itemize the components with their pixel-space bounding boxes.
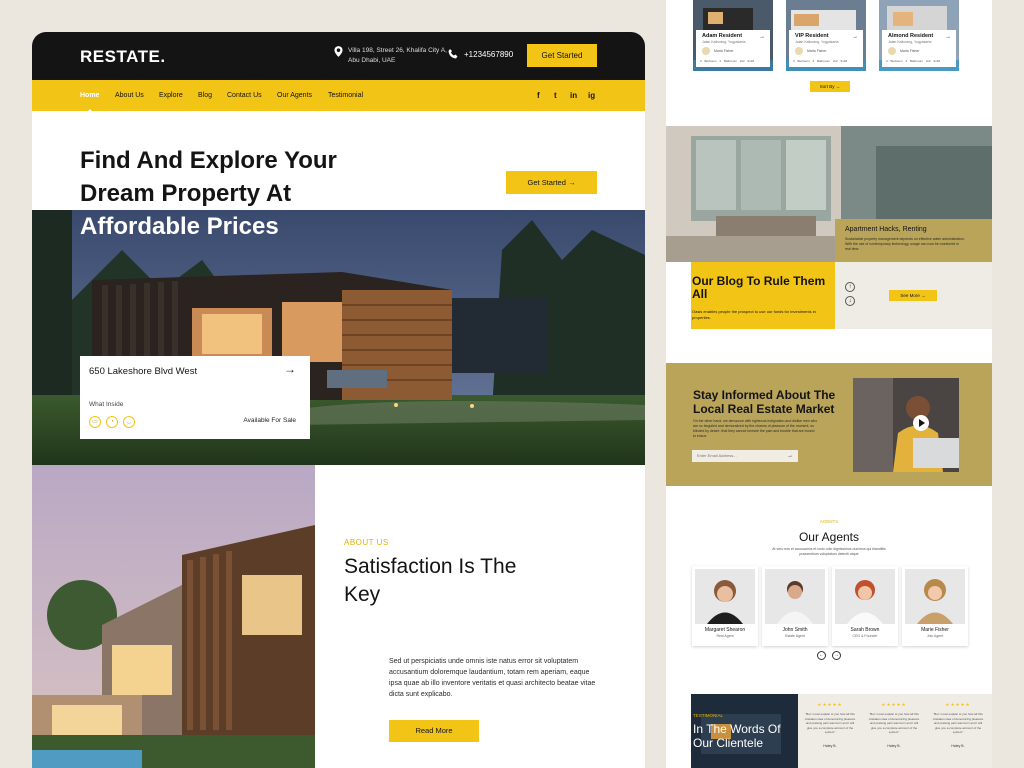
arrow-right-icon: → xyxy=(567,178,576,187)
bath-icon: ◡ xyxy=(123,416,135,428)
agent-photo xyxy=(765,569,825,624)
about-title: Satisfaction Is The Key xyxy=(344,555,517,606)
submit-arrow-icon[interactable]: → xyxy=(784,450,796,462)
avatar xyxy=(795,47,803,55)
agent-photo xyxy=(835,569,895,624)
agent-card[interactable]: Sarah Brown CEO & Founder xyxy=(832,566,898,646)
about-eyebrow: ABOUT US xyxy=(344,538,389,547)
testimonial-card: ★★★★★ "But I must explain to you how all… xyxy=(930,702,986,756)
testimonial-quotes: ★★★★★ "But I must explain to you how all… xyxy=(798,694,992,768)
arrow-right-icon[interactable]: → xyxy=(945,34,951,40)
property-card[interactable]: Almond Resident → Jalan Kaliurang, Yogya… xyxy=(879,0,959,71)
arrow-down-icon[interactable]: ↓ xyxy=(845,296,855,306)
testimonial-eyebrow: TESTIMONIAL xyxy=(693,713,724,718)
nav-home[interactable]: Home xyxy=(80,92,99,112)
what-inside-label: What Inside xyxy=(89,401,124,408)
agent-card[interactable]: Marie Fisher Jrsc Agent xyxy=(902,566,968,646)
phone-text[interactable]: +1234567890 xyxy=(448,49,513,59)
instagram-icon[interactable]: ig xyxy=(588,91,595,100)
blog-controls: ↑ ↓ See More → xyxy=(835,262,992,329)
see-more-button[interactable]: See More → xyxy=(889,290,937,301)
featured-property-card[interactable]: 650 Lakeshore Blvd West → What Inside ▭ … xyxy=(80,356,310,439)
location-pin-icon xyxy=(334,46,343,57)
email-field[interactable] xyxy=(692,450,798,462)
property-card[interactable]: Adam Resident → Jalan Kaliurang, Yogyaka… xyxy=(693,0,773,71)
avatar xyxy=(888,47,896,55)
agent-card[interactable]: John Smith Estate Agent xyxy=(762,566,828,646)
arrow-right-icon[interactable]: → xyxy=(852,34,858,40)
landing-page-main: RESTATE. Villa 198, Street 26, Khalifa C… xyxy=(32,32,645,768)
get-started-button[interactable]: Get Started xyxy=(527,44,597,67)
sort-by-button[interactable]: Sort By → xyxy=(810,81,850,92)
nav-our-agents[interactable]: Our Agents xyxy=(277,92,312,99)
property-name: Adam Resident xyxy=(702,33,743,39)
nav-contact-us[interactable]: Contact Us xyxy=(227,92,262,99)
twitter-icon[interactable]: t xyxy=(554,91,557,100)
previous-arrow-icon[interactable]: ← xyxy=(817,651,826,660)
read-more-button[interactable]: Read More xyxy=(389,720,479,742)
avatar xyxy=(702,47,710,55)
brand-logo[interactable]: RESTATE. xyxy=(80,47,166,67)
blog-category-panel: Apartment Hacks, Renting Sustainable pro… xyxy=(835,219,992,262)
landing-page-continued: Adam Resident → Jalan Kaliurang, Yogyaka… xyxy=(666,0,992,768)
property-card[interactable]: VIP Resident → Jalan Kaliurang, Yogyakar… xyxy=(786,0,866,71)
testimonial-card: ★★★★★ "But I must explain to you how all… xyxy=(866,702,922,756)
hero-get-started-button[interactable]: Get Started → xyxy=(506,171,597,194)
property-name: Almond Resident xyxy=(888,33,934,39)
arrow-right-icon[interactable]: → xyxy=(759,34,765,40)
newsletter-body: On the other hand, we denounce with righ… xyxy=(693,419,818,438)
nav-explore[interactable]: Explore xyxy=(159,92,183,99)
newsletter-section: Stay Informed About The Local Real Estat… xyxy=(666,363,992,486)
nav-blog[interactable]: Blog xyxy=(198,92,212,99)
next-arrow-icon[interactable]: → xyxy=(832,651,841,660)
property-title: 650 Lakeshore Blvd West xyxy=(89,366,198,377)
agents-eyebrow: AGENTS xyxy=(819,519,839,524)
facebook-icon[interactable]: f xyxy=(537,91,540,100)
testimonial-card: ★★★★★ "But I must explain to you how all… xyxy=(802,702,858,756)
agent-photo xyxy=(905,569,965,624)
arrow-right-icon[interactable]: → xyxy=(270,356,310,382)
car-icon: ◔ xyxy=(106,416,118,428)
agents-subtitle: At vero eos et accusamus et iusto odio d… xyxy=(772,547,886,556)
main-nav: Home About Us Explore Blog Contact Us Ou… xyxy=(32,80,645,112)
nav-about-us[interactable]: About Us xyxy=(115,92,144,99)
top-bar: RESTATE. Villa 198, Street 26, Khalifa C… xyxy=(32,32,645,80)
nav-testimonial[interactable]: Testimonial xyxy=(328,92,363,99)
star-rating: ★★★★★ xyxy=(817,702,843,707)
arrow-up-icon[interactable]: ↑ xyxy=(845,282,855,292)
property-name: VIP Resident xyxy=(795,33,829,39)
about-body: Sed ut perspiciatis unde omnis iste natu… xyxy=(389,658,596,698)
agents-title: Our Agents xyxy=(798,530,860,544)
linkedin-icon[interactable]: in xyxy=(570,91,577,100)
blog-title-box: Our Blog To Rule Them All Oasis enables … xyxy=(691,262,835,329)
hero-title: Find And Explore Your Dream Property At … xyxy=(80,147,337,240)
agent-photo xyxy=(695,569,755,624)
phone-icon xyxy=(448,49,458,59)
star-rating: ★★★★★ xyxy=(881,702,907,707)
agent-card[interactable]: Margaret Shearon Real Agent xyxy=(692,566,758,646)
address-text: Villa 198, Street 26, Khalifa City A, Ab… xyxy=(334,46,454,66)
about-house-image xyxy=(32,465,315,768)
testimonial-title: In The Words Of Our Clientele xyxy=(693,722,781,750)
star-rating: ★★★★★ xyxy=(945,702,971,707)
status-badge: Available For Sale xyxy=(243,417,296,424)
bed-icon: ▭ xyxy=(89,416,101,428)
podcast-image xyxy=(853,378,959,472)
newsletter-title: Stay Informed About The Local Real Estat… xyxy=(693,388,836,416)
